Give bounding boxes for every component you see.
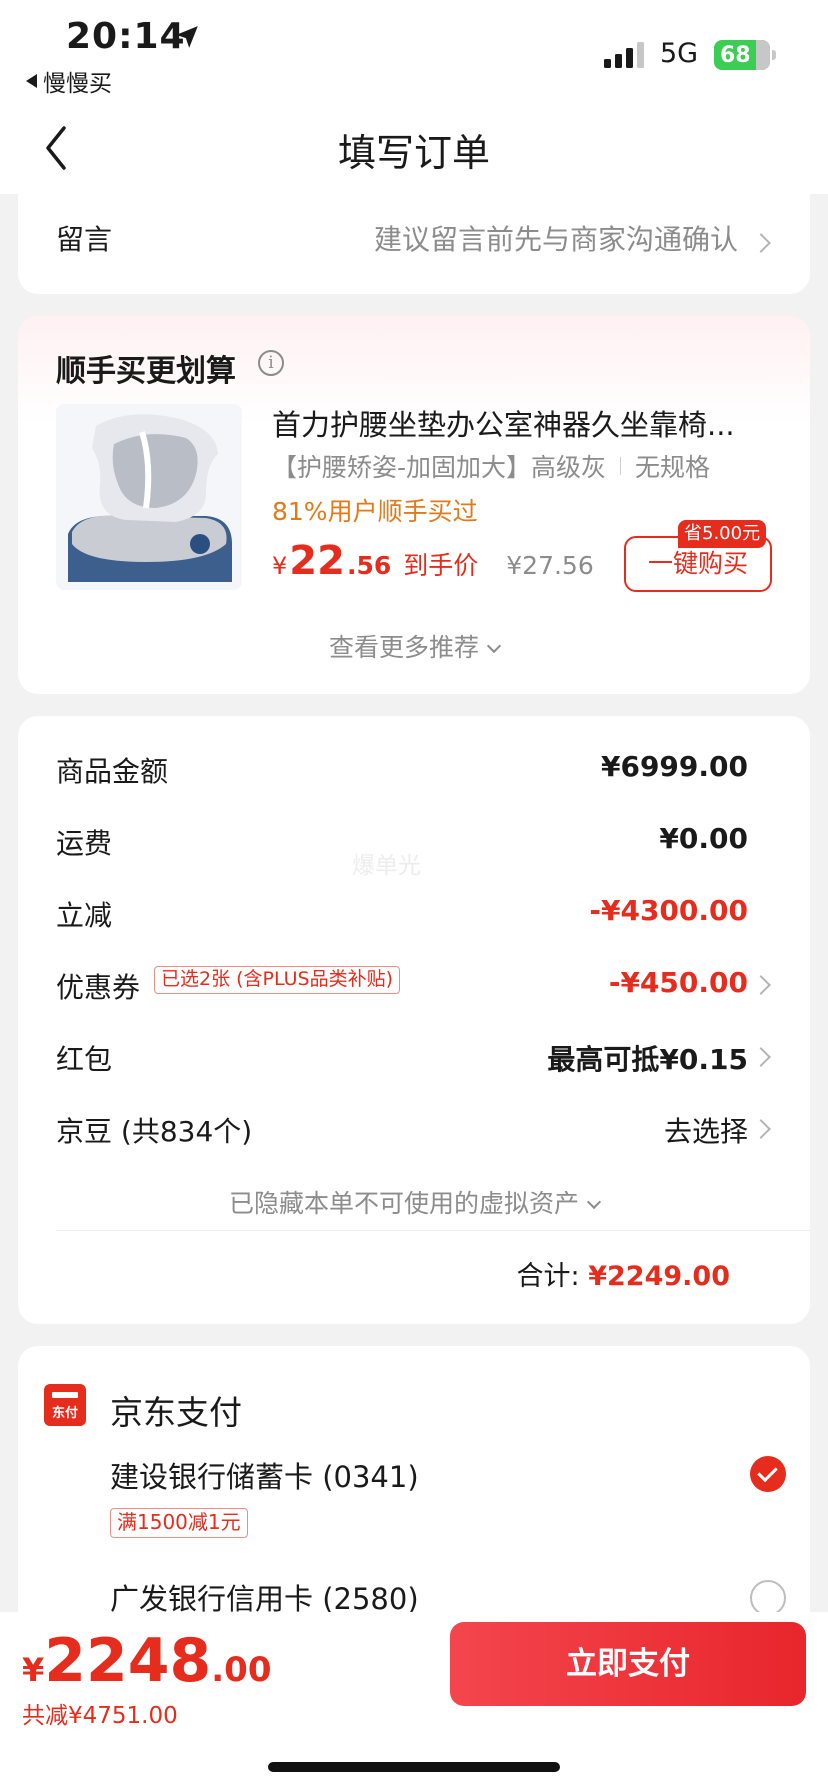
final-int: 2248 [44, 1626, 212, 1696]
jd-pay-icon-text: 东付 [51, 1406, 78, 1421]
battery-level: 68 [720, 42, 751, 68]
location-arrow-icon [176, 26, 198, 48]
jd-pay-icon-band [52, 1392, 78, 1398]
chevron-right-icon [751, 975, 771, 995]
product-spec-size: 无规格 [635, 453, 711, 482]
battery-icon: 68 [714, 40, 776, 70]
status-time: 20:14 [66, 16, 186, 57]
fee-label: 商品金额 [56, 755, 169, 788]
total-saved: 共减¥4751.00 [22, 1703, 178, 1729]
payment-promo-tag: 满1500减1元 [110, 1508, 248, 1538]
nav-header: 填写订单 [0, 110, 828, 194]
fee-card: 商品金额 ¥6999.00 运费 ¥0.00 立减 -¥4300.00 优惠券 … [18, 716, 810, 1324]
info-icon[interactable]: i [258, 350, 284, 376]
payment-card: 东付 京东支付 建设银行储蓄卡 (0341) 满1500减1元 广发银行信用卡 … [18, 1346, 810, 1646]
cushion-image [56, 404, 242, 590]
fee-value: -¥4300.00 [589, 894, 748, 927]
final-dec: .00 [211, 1650, 272, 1690]
chevron-down-icon [486, 638, 502, 654]
back-app-label: 慢慢买 [43, 71, 112, 97]
payment-option-ccb[interactable]: 建设银行储蓄卡 (0341) [110, 1454, 419, 1496]
product-spec-variant: 【护腰矫姿-加固加大】高级灰 [272, 453, 607, 482]
chevron-right-icon [751, 1119, 771, 1139]
product-spec: 【护腰矫姿-加固加大】高级灰 无规格 [272, 448, 710, 484]
fee-label: 红包 [56, 1043, 113, 1076]
price-int: 22 [289, 538, 345, 584]
home-indicator[interactable] [268, 1762, 560, 1772]
product-bought-note: 81%用户顺手买过 [272, 497, 478, 526]
fee-row-coupon[interactable]: 优惠券 已选2张 (含PLUS品类补贴) -¥450.00 [56, 960, 772, 1010]
battery-tip [772, 50, 776, 60]
chevron-right-icon [751, 1047, 771, 1067]
fee-value: -¥450.00 [608, 966, 748, 999]
battery-empty-part [756, 40, 770, 70]
page-title: 填写订单 [337, 131, 490, 175]
price-dec: .56 [346, 551, 392, 580]
more-recommend-label: 查看更多推荐 [328, 633, 479, 662]
product-name[interactable]: 首力护腰坐垫办公室神器久坐靠椅... [272, 402, 772, 444]
fee-label: 立减 [56, 899, 113, 932]
fee-value: ¥6999.00 [600, 750, 748, 783]
fee-value: ¥0.00 [659, 822, 748, 855]
recommend-card: 顺手买更划算 i 首力护腰坐垫办公室神器久坐靠椅... 【护腰矫姿-加固加大】高… [18, 316, 810, 694]
price-symbol: ¥ [272, 552, 288, 580]
cellular-signal-icon [604, 42, 644, 68]
more-recommend-link[interactable]: 查看更多推荐 [18, 628, 810, 664]
spec-divider [620, 457, 622, 475]
fee-row-jingdou[interactable]: 京豆 (共834个) 去选择 [56, 1104, 772, 1154]
fee-row-redpacket[interactable]: 红包 最高可抵¥0.15 [56, 1032, 772, 1082]
message-hint: 建议留言前先与商家沟通确认 [373, 223, 738, 256]
message-row[interactable]: 留言 建议留言前先与商家沟通确认 [18, 194, 810, 294]
recommend-title: 顺手买更划算 [56, 354, 236, 389]
fee-label: 优惠券 [56, 971, 141, 1004]
save-badge: 省5.00元 [678, 520, 767, 548]
coupon-selected-tag: 已选2张 (含PLUS品类补贴) [154, 966, 401, 994]
payment-title: 京东支付 [110, 1393, 242, 1432]
product-image[interactable] [56, 404, 242, 590]
jd-pay-icon: 东付 [44, 1384, 86, 1426]
chevron-right-icon [751, 233, 771, 253]
total-label: 合计: [516, 1261, 580, 1292]
fee-label: 京豆 (共834个) [56, 1115, 253, 1148]
network-type: 5G [660, 38, 699, 69]
unselected-radio[interactable] [750, 1580, 786, 1616]
fee-value: 去选择 [663, 1115, 748, 1148]
chevron-down-icon [586, 1194, 602, 1210]
final-symbol: ¥ [22, 1651, 45, 1689]
status-bar: 20:14 慢慢买 5G 68 [0, 0, 828, 110]
fee-value: 最高可抵¥0.15 [547, 1043, 748, 1076]
back-to-app-link[interactable]: 慢慢买 [26, 64, 112, 98]
total: 合计: ¥2249.00 [517, 1254, 730, 1293]
bottom-bar: ¥ 2248 .00 共减¥4751.00 立即支付 [0, 1612, 828, 1792]
hidden-assets-link[interactable]: 已隐藏本单不可使用的虚拟资产 [18, 1184, 810, 1220]
message-label: 留言 [56, 223, 113, 256]
original-price: ¥27.56 [506, 551, 594, 580]
total-amount: ¥2249.00 [588, 1261, 730, 1292]
price-tag: 到手价 [403, 551, 479, 580]
fee-label: 运费 [56, 827, 113, 860]
fee-row-goods: 商品金额 ¥6999.00 [56, 744, 772, 794]
final-amount: ¥ 2248 .00 [22, 1626, 272, 1696]
fee-row-discount: 立减 -¥4300.00 [56, 888, 772, 938]
back-triangle-icon [26, 74, 37, 88]
product-price: ¥ 22 .56 到手价 ¥27.56 [272, 538, 594, 584]
divider [56, 1230, 810, 1231]
selected-check-icon[interactable] [750, 1456, 786, 1492]
pay-now-button[interactable]: 立即支付 [450, 1622, 806, 1706]
hidden-assets-label: 已隐藏本单不可使用的虚拟资产 [228, 1189, 579, 1218]
watermark: 爆单光 [352, 853, 421, 879]
